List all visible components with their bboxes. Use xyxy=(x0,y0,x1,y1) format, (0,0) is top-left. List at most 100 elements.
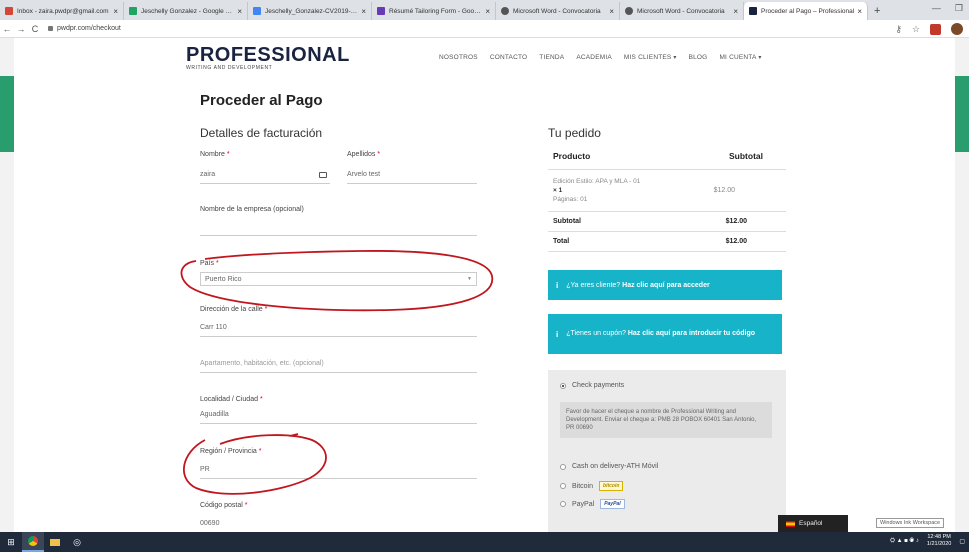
gmail-icon xyxy=(5,7,13,15)
page-title: Proceder al Pago xyxy=(200,92,323,109)
ciudad-label: Localidad / Ciudad * xyxy=(200,396,263,403)
ciudad-field[interactable]: Aguadilla xyxy=(200,411,229,418)
ciudad-underline xyxy=(200,423,477,424)
browser-tab[interactable]: Résumé Tailoring Form - Google × xyxy=(372,2,496,20)
notification-icon[interactable]: ▢ xyxy=(959,538,965,545)
spain-flag-icon xyxy=(786,520,795,527)
chrome-icon[interactable] xyxy=(22,532,44,552)
billing-title: Detalles de facturación xyxy=(200,126,323,140)
payment-option-check[interactable]: Check payments xyxy=(560,382,624,389)
browser-tab[interactable]: Jeschelly Gonzalez - Google Drive × xyxy=(124,2,248,20)
extension-icon[interactable] xyxy=(930,23,941,35)
window-controls: — ❐ xyxy=(932,3,963,14)
back-icon[interactable]: ← xyxy=(0,24,14,34)
radio[interactable] xyxy=(560,501,566,507)
close-icon[interactable]: × xyxy=(361,7,366,16)
key-icon[interactable]: ⚷ xyxy=(895,24,902,35)
browser-tab[interactable]: Microsoft Word - Convocatoria × xyxy=(620,2,744,20)
payment-option-bitcoin[interactable]: Bitcoin bitcoin xyxy=(560,481,624,491)
calle-label: Dirección de la calle * xyxy=(200,306,268,313)
close-icon[interactable]: × xyxy=(857,7,862,16)
toolbar-right: ⚷ ☆ xyxy=(895,23,963,35)
radio[interactable] xyxy=(560,463,566,470)
order-table: Producto Subtotal Edición Estilo: APA y … xyxy=(548,144,786,252)
nombre-underline xyxy=(200,183,330,184)
decorative-band xyxy=(0,76,14,152)
chevron-down-icon: ▼ xyxy=(467,276,472,282)
apartamento-field[interactable]: Apartamento, habitación, etc. (opcional) xyxy=(200,360,324,367)
login-notice: i ¿Ya eres cliente? Haz clic aquí para a… xyxy=(548,270,782,300)
browser-tab[interactable]: Microsoft Word - Convocatoria × xyxy=(496,2,620,20)
coupon-notice: i ¿Tienes un cupón? Haz clic aquí para i… xyxy=(548,314,782,354)
nav-mis-clientes[interactable]: MIS CLIENTES xyxy=(624,54,677,61)
nav-mi-cuenta[interactable]: MI CUENTA xyxy=(719,54,761,61)
apellidos-label: Apellidos * xyxy=(347,151,381,158)
globe-icon xyxy=(501,7,509,15)
payment-option-cod[interactable]: Cash on delivery-ATH Móvil xyxy=(560,463,658,470)
file-explorer-icon[interactable] xyxy=(44,532,66,552)
postal-field[interactable]: 00690 xyxy=(200,520,219,527)
nav-tienda[interactable]: TIENDA xyxy=(539,54,564,61)
minimize-icon[interactable]: — xyxy=(932,3,941,14)
nav-nosotros[interactable]: NOSOTROS xyxy=(439,54,478,61)
region-field[interactable]: PR xyxy=(200,466,210,473)
close-icon[interactable]: × xyxy=(609,7,614,16)
address-bar-row: ← → C pwdpr.com/checkout ⚷ ☆ xyxy=(0,20,969,38)
star-icon[interactable]: ☆ xyxy=(912,24,920,35)
close-icon[interactable]: × xyxy=(237,7,242,16)
url-field[interactable]: pwdpr.com/checkout xyxy=(48,25,121,32)
forward-icon[interactable]: → xyxy=(14,24,28,34)
taskbar: ⊞ ◎ ⛭ ▲ ◼ ◉ ♪ 12:48 PM 1/21/2020 ▢ xyxy=(0,532,969,552)
reload-icon[interactable]: C xyxy=(28,24,42,34)
avatar[interactable] xyxy=(951,23,963,35)
close-icon[interactable]: × xyxy=(485,7,490,16)
apellidos-underline xyxy=(347,183,477,184)
calle-field[interactable]: Carr 110 xyxy=(200,324,227,331)
nav-academia[interactable]: ACADEMIA xyxy=(576,54,612,61)
photos-icon[interactable]: ◎ xyxy=(66,532,88,552)
empresa-label: Nombre de la empresa (opcional) xyxy=(200,206,304,213)
browser-tab-active[interactable]: Proceder al Pago – Professional × xyxy=(744,2,868,20)
contact-card-icon[interactable] xyxy=(319,172,327,178)
info-icon: i xyxy=(556,280,559,290)
apellidos-field[interactable]: Arvelo test xyxy=(347,171,380,178)
payment-methods: Check payments Favor de hacer el cheque … xyxy=(548,370,786,532)
radio[interactable] xyxy=(560,483,566,489)
nombre-field[interactable]: zaira xyxy=(200,171,215,178)
paypal-logo-icon: PayPal xyxy=(600,499,625,509)
region-underline xyxy=(200,478,477,479)
page-viewport: PROFESSIONAL WRITING AND DEVELOPMENT NOS… xyxy=(0,38,969,532)
order-title: Tu pedido xyxy=(548,126,601,140)
browser-tab[interactable]: Jeschelly_Gonzalez-CV2019-Adm × xyxy=(248,2,372,20)
payment-option-paypal[interactable]: PayPal PayPal xyxy=(560,499,625,509)
checkout-content: PROFESSIONAL WRITING AND DEVELOPMENT NOS… xyxy=(14,38,955,532)
tray-icons[interactable]: ⛭ ▲ ◼ ◉ ♪ xyxy=(890,538,919,545)
language-switcher[interactable]: Español xyxy=(778,515,848,532)
globe-icon xyxy=(625,7,633,15)
order-item-row: Edición Estilo: APA y MLA - 01 × 1 Págin… xyxy=(548,170,786,212)
new-tab-button[interactable]: + xyxy=(868,5,886,20)
browser-tab[interactable]: Inbox - zaira.pwdpr@gmail.com × xyxy=(0,2,124,20)
nav-blog[interactable]: BLOG xyxy=(689,54,708,61)
windows-start-icon[interactable]: ⊞ xyxy=(0,532,22,552)
browser-tab-strip: Inbox - zaira.pwdpr@gmail.com × Jeschelly… xyxy=(0,0,969,20)
pais-select[interactable]: Puerto Rico ▼ xyxy=(200,272,477,286)
restore-icon[interactable]: ❐ xyxy=(955,3,963,14)
close-icon[interactable]: × xyxy=(113,7,118,16)
clock[interactable]: 12:48 PM 1/21/2020 xyxy=(927,534,951,548)
apartamento-underline xyxy=(200,372,477,373)
drive-icon xyxy=(129,7,137,15)
site-logo[interactable]: PROFESSIONAL WRITING AND DEVELOPMENT xyxy=(186,44,350,71)
close-icon[interactable]: × xyxy=(733,7,738,16)
forms-icon xyxy=(377,7,385,15)
pais-label: País * xyxy=(200,260,219,267)
lock-icon xyxy=(48,26,53,31)
coupon-link[interactable]: Haz clic aquí para introducir tu código xyxy=(628,330,755,337)
order-header-row: Producto Subtotal xyxy=(548,144,786,170)
login-link[interactable]: Haz clic aquí para acceder xyxy=(622,282,710,289)
empresa-field[interactable] xyxy=(200,235,477,236)
nombre-label: Nombre * xyxy=(200,151,230,158)
docs-icon xyxy=(253,7,261,15)
radio-selected[interactable] xyxy=(560,382,566,389)
nav-contacto[interactable]: CONTACTO xyxy=(490,54,527,61)
